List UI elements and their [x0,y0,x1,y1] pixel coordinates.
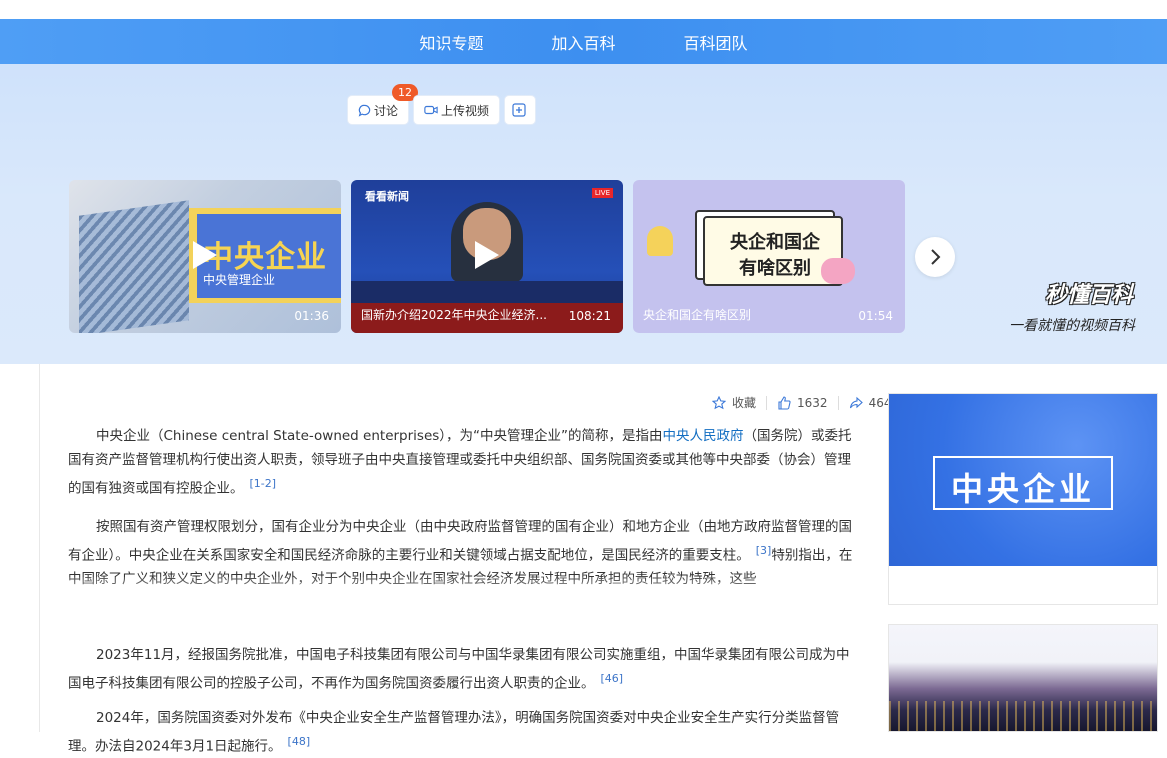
top-nav: 知识专题 加入百科 百科团队 [0,19,1167,64]
paragraph-text: 2023年11月，经报国务院批准，中国电子科技集团有限公司与中国华录集团有限公司… [68,647,850,692]
brand-slogan: 一看就懂的视频百科 [1009,315,1135,335]
action-bar: 12 讨论 上传视频 [348,96,535,124]
discuss-label: 讨论 [374,102,398,119]
video-duration: 108:21 [569,309,611,323]
hand-icon [821,258,855,284]
video-duration: 01:36 [294,309,329,323]
chat-bubble-icon [358,104,371,117]
play-icon [475,241,499,269]
sidebar-image-card[interactable]: 中央企业 [888,393,1158,605]
nav-item-team[interactable]: 百科团队 [650,30,782,54]
reference-link[interactable]: [1-2] [250,477,277,490]
mascot-icon [647,226,673,256]
news-logo: 看看新闻 [365,188,409,204]
top-gap [0,0,1167,19]
link-central-government[interactable]: 中央人民政府 [663,428,744,444]
video-banner: 12 讨论 上传视频 中央企业 中央管理企业 01:36 看看新闻 LIVE [0,64,1167,364]
upload-label: 上传视频 [441,102,489,119]
cover-text-1: 央企和国企 [705,228,845,254]
upload-video-button[interactable]: 上传视频 [414,96,499,124]
sidebar-card-title: 中央企业 [889,464,1157,510]
paragraph-text: 按照国有资产管理权限划分，国有企业分为中央企业（由中央政府监督管理的国有企业）和… [68,519,852,564]
left-divider [39,364,40,732]
live-badge: LIVE [592,188,613,198]
city-lights [889,701,1157,731]
cover-subtitle: 中央管理企业 [203,271,275,288]
next-button[interactable] [915,237,955,277]
plus-icon [512,103,526,117]
content-fade [68,577,858,613]
sidebar-photo-card[interactable] [888,624,1158,732]
desk [351,281,623,303]
video-title: 央企和国企有啥区别 [643,306,751,323]
reference-link[interactable]: [48] [288,735,311,748]
video-title: 国新办介绍2022年中央企业经济... [361,306,547,323]
paragraph-1: 中央企业（Chinese central State-owned enterpr… [68,424,858,501]
reference-link[interactable]: [46] [601,672,624,685]
nav-item-topics[interactable]: 知识专题 [385,30,517,54]
discuss-button[interactable]: 12 讨论 [348,96,408,124]
video-duration: 01:54 [858,309,893,323]
main-content: 收藏 1632 464 中央企业（Chinese central State-o… [0,364,1167,732]
video-list: 中央企业 中央管理企业 01:36 看看新闻 LIVE 国新办介绍2022年中央… [69,180,905,333]
paragraph-3: 2023年11月，经报国务院批准，中国电子科技集团有限公司与中国华录集团有限公司… [68,643,858,696]
chevron-right-icon [928,248,942,266]
video-card-2[interactable]: 看看新闻 LIVE 国新办介绍2022年中央企业经济... 108:21 [351,180,623,333]
article-body: 中央企业（Chinese central State-owned enterpr… [68,394,858,758]
cover-title: 中央企业 [203,232,327,276]
building-image [79,200,189,333]
nav-item-join[interactable]: 加入百科 [517,30,649,54]
add-button[interactable] [505,96,535,124]
brand-logo: 秒懂百科 [1045,277,1133,309]
reference-link[interactable]: [3] [756,544,772,557]
play-icon [193,241,217,269]
video-camera-icon [424,104,438,116]
video-card-3[interactable]: 央企和国企 有啥区别 央企和国企有啥区别 01:54 [633,180,905,333]
paragraph-text: 中央企业（Chinese central State-owned enterpr… [96,428,663,444]
video-card-1[interactable]: 中央企业 中央管理企业 01:36 [69,180,341,333]
